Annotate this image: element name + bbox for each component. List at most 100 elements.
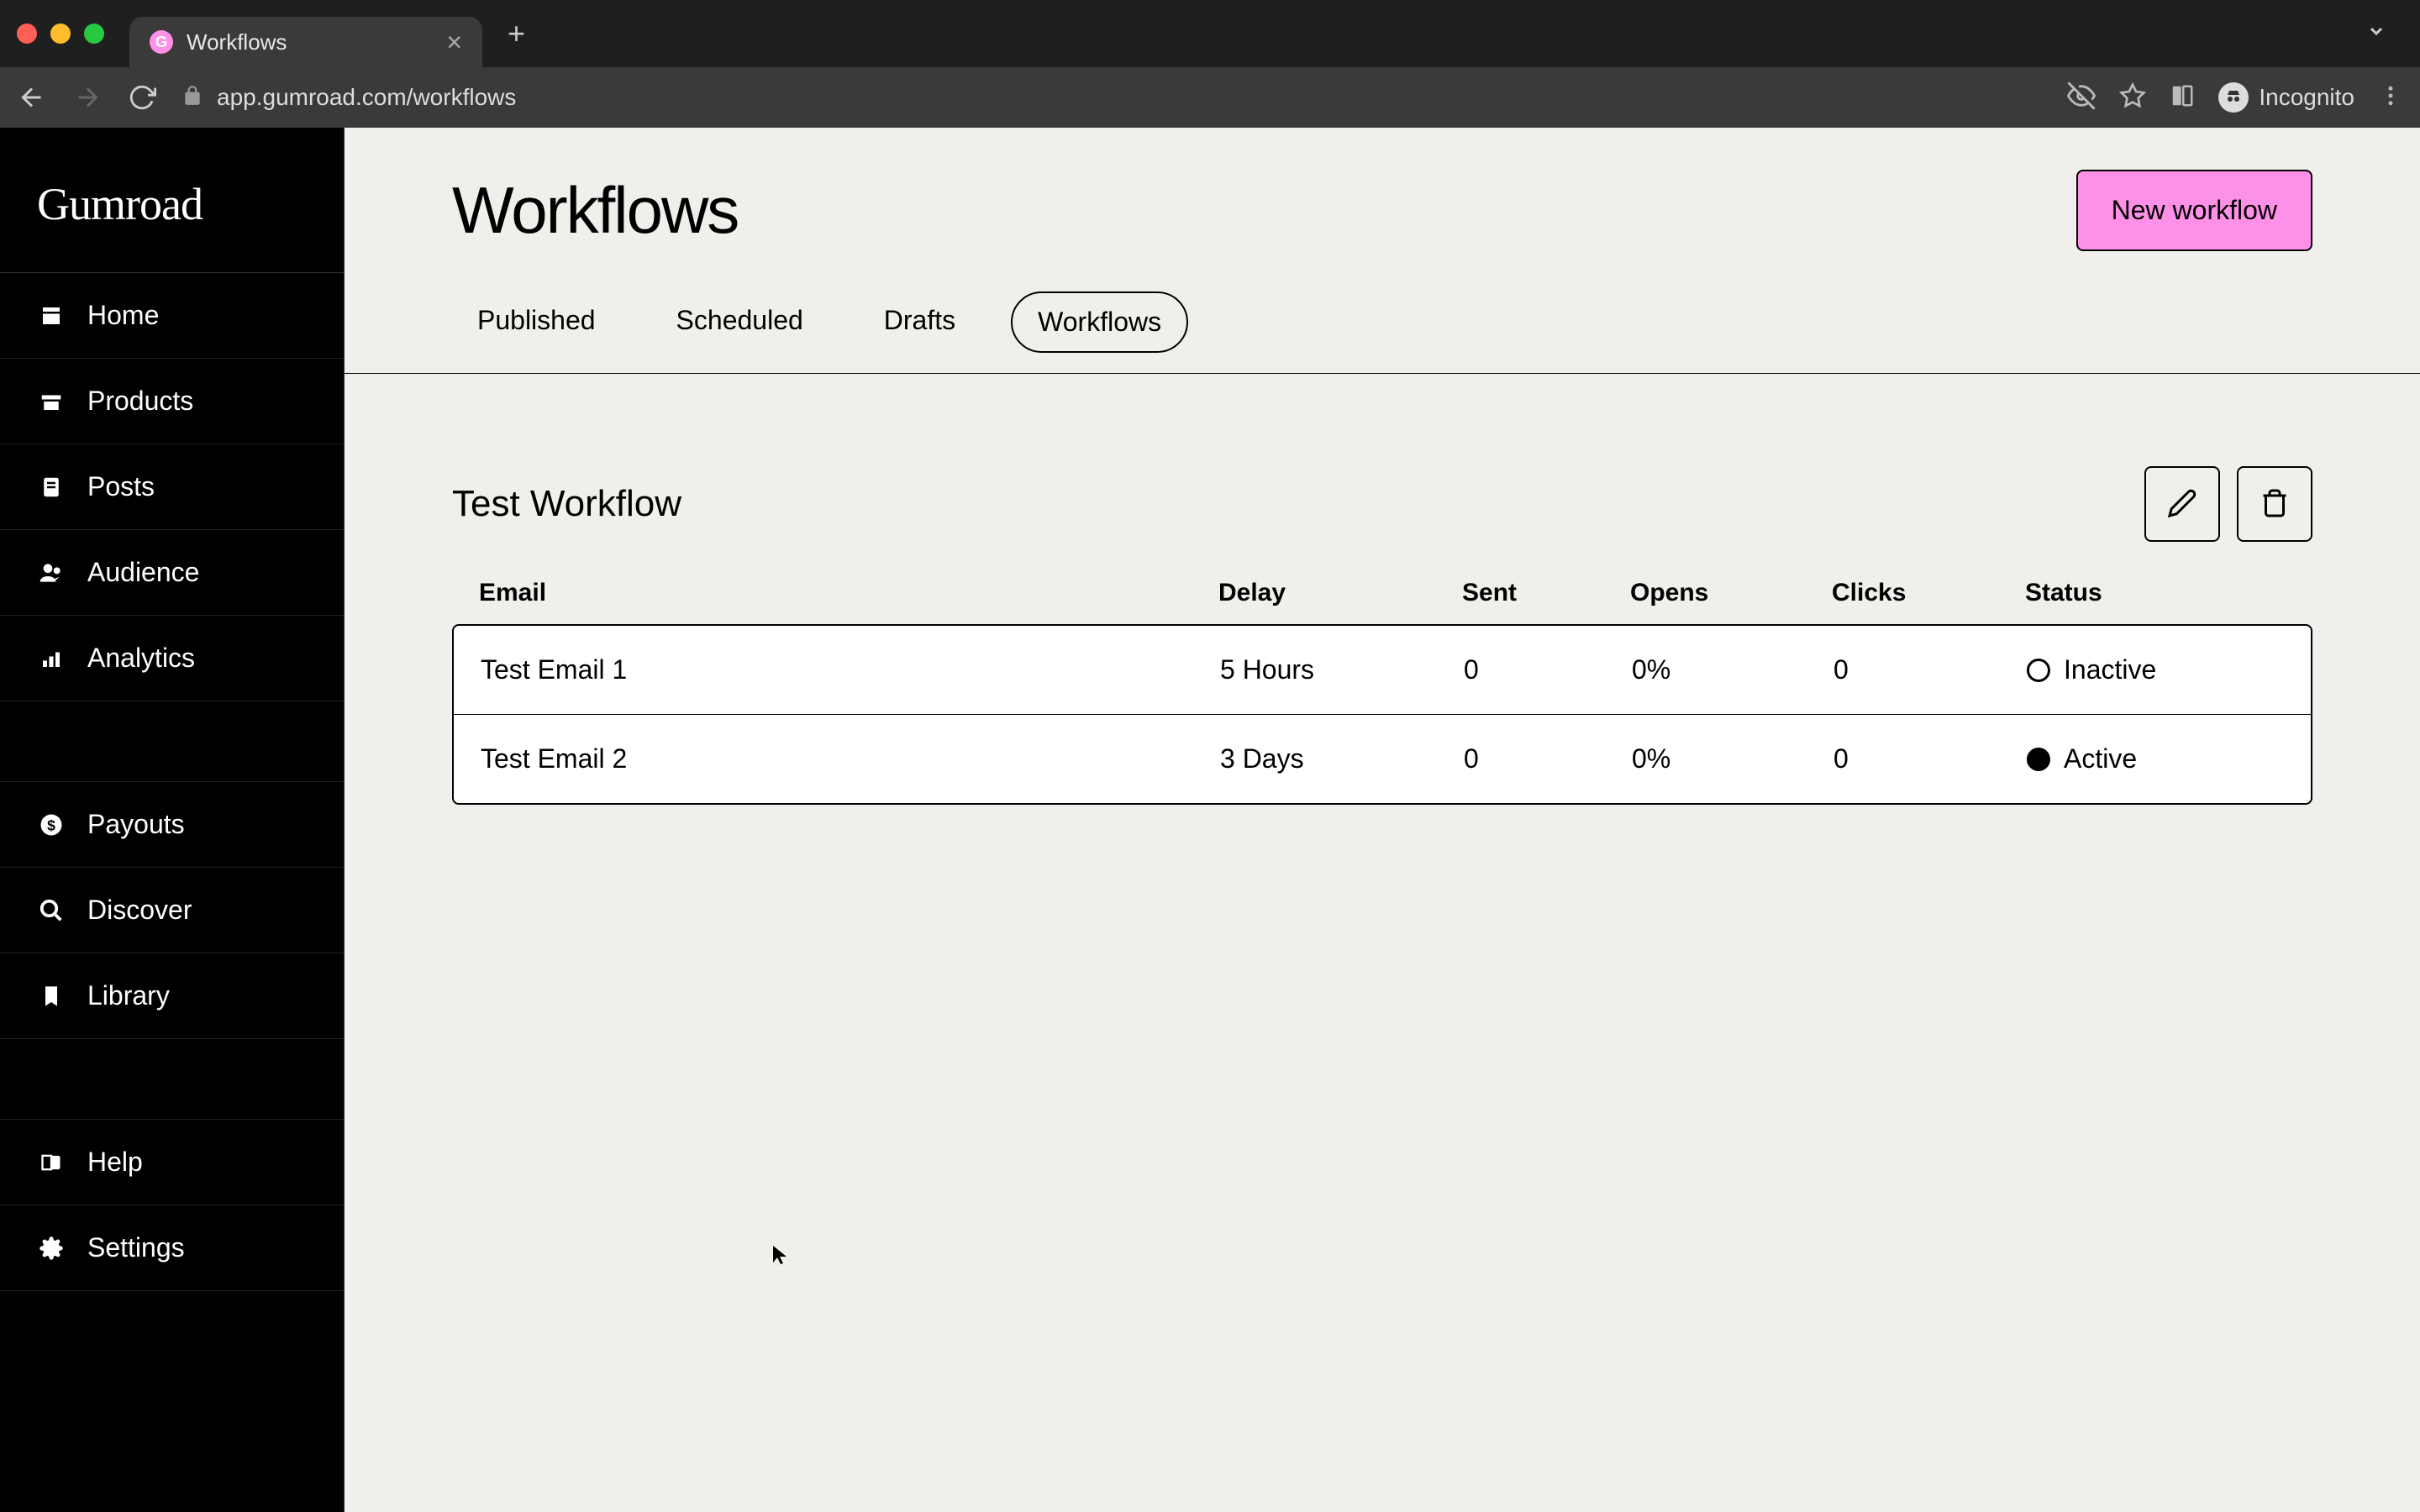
forward-button[interactable] [72,82,103,113]
maximize-window-button[interactable] [84,24,104,44]
workflow-table: Email Delay Sent Opens Clicks Status Tes… [452,562,2312,805]
close-window-button[interactable] [17,24,37,44]
sidebar-item-posts[interactable]: Posts [0,444,344,530]
nav-spacer [0,701,344,782]
sidebar-item-label: Payouts [87,809,185,840]
audience-icon [37,559,66,587]
analytics-icon [37,644,66,673]
cell-status: Inactive [2027,654,2284,685]
app: Gumroad Home Products Posts Audience Ana… [0,128,2420,1512]
cursor-icon [770,1243,790,1270]
reload-button[interactable] [128,83,156,112]
cell-sent: 0 [1464,654,1632,685]
cell-email: Test Email 1 [481,654,1220,685]
table-row[interactable]: Test Email 1 5 Hours 0 0% 0 Inactive [454,626,2311,715]
status-indicator-icon [2027,659,2050,682]
status-label: Active [2064,743,2137,774]
svg-text:$: $ [47,816,55,833]
home-icon [37,302,66,330]
products-icon [37,387,66,416]
sidebar-item-payouts[interactable]: $ Payouts [0,782,344,868]
menu-button[interactable] [2378,83,2403,113]
minimize-window-button[interactable] [50,24,71,44]
nav-group-footer: Help Settings [0,1120,344,1291]
new-tab-button[interactable]: + [508,16,525,51]
sidebar-item-label: Analytics [87,643,195,674]
nav-group-main: Home Products Posts Audience Analytics [0,273,344,701]
sidebar-item-products[interactable]: Products [0,359,344,444]
tab-drafts[interactable]: Drafts [859,291,981,353]
logo: Gumroad [37,178,307,230]
cell-clicks: 0 [1833,743,2027,774]
posts-icon [37,473,66,501]
content: Test Workflow Email Delay Sent Opens [345,374,2420,897]
logo-area[interactable]: Gumroad [0,128,344,273]
tab-bar: G Workflows × + [0,0,2420,67]
nav-spacer [0,1039,344,1120]
sidebar-item-discover[interactable]: Discover [0,868,344,953]
profile-label: Incognito [2259,84,2354,111]
sidebar: Gumroad Home Products Posts Audience Ana… [0,128,345,1512]
lock-icon [182,85,203,111]
delete-button[interactable] [2237,466,2312,542]
tabs-dropdown-button[interactable] [2366,21,2386,47]
window-controls [17,24,104,44]
workflow-header: Test Workflow [452,466,2312,542]
sidebar-item-home[interactable]: Home [0,273,344,359]
browser-chrome: G Workflows × + app.gumroad.com/workflow… [0,0,2420,128]
column-header-sent: Sent [1462,579,1630,607]
cell-status: Active [2027,743,2284,774]
tab-workflows[interactable]: Workflows [1011,291,1188,353]
cell-sent: 0 [1464,743,1632,774]
trash-icon [2260,488,2290,521]
sidebar-item-audience[interactable]: Audience [0,530,344,616]
status-indicator-icon [2027,748,2050,771]
sidebar-item-label: Help [87,1147,143,1178]
cell-delay: 3 Days [1220,743,1464,774]
tracking-icon[interactable] [2067,81,2096,114]
tab-published[interactable]: Published [452,291,621,353]
help-icon [37,1148,66,1177]
page-header: Workflows New workflow Published Schedul… [345,128,2420,374]
profile-badge[interactable]: Incognito [2218,82,2354,113]
tab-title: Workflows [187,29,433,55]
url-bar[interactable]: app.gumroad.com/workflows [182,84,2042,111]
close-tab-button[interactable]: × [446,29,462,55]
table-body: Test Email 1 5 Hours 0 0% 0 Inactive Tes… [452,624,2312,805]
sidebar-item-settings[interactable]: Settings [0,1205,344,1291]
sidebar-item-help[interactable]: Help [0,1120,344,1205]
sidebar-item-label: Settings [87,1232,185,1263]
address-bar: app.gumroad.com/workflows Incognito [0,67,2420,128]
sidebar-item-label: Posts [87,471,155,502]
cell-email: Test Email 2 [481,743,1220,774]
cell-opens: 0% [1632,654,1833,685]
page-title: Workflows [452,172,738,249]
sidebar-item-label: Home [87,300,159,331]
sidebar-item-label: Audience [87,557,199,588]
extensions-icon[interactable] [2170,83,2195,113]
sidebar-item-analytics[interactable]: Analytics [0,616,344,701]
back-button[interactable] [17,82,47,113]
edit-button[interactable] [2144,466,2220,542]
nav-group-secondary: $ Payouts Discover Library [0,782,344,1039]
column-header-status: Status [2025,579,2286,607]
payouts-icon: $ [37,811,66,839]
column-header-clicks: Clicks [1832,579,2025,607]
incognito-icon [2218,82,2249,113]
status-label: Inactive [2064,654,2156,685]
new-workflow-button[interactable]: New workflow [2076,170,2312,251]
sidebar-item-label: Library [87,980,170,1011]
url-text: app.gumroad.com/workflows [217,84,516,111]
favicon-icon: G [150,30,173,54]
bookmark-icon[interactable] [2119,82,2146,113]
table-row[interactable]: Test Email 2 3 Days 0 0% 0 Active [454,715,2311,803]
bookmark-icon [37,982,66,1011]
sidebar-item-library[interactable]: Library [0,953,344,1039]
column-header-email: Email [479,579,1218,607]
gear-icon [37,1234,66,1263]
workflow-actions [2144,466,2312,542]
sidebar-item-label: Discover [87,895,192,926]
browser-tab[interactable]: G Workflows × [129,17,482,67]
column-header-opens: Opens [1630,579,1832,607]
tab-scheduled[interactable]: Scheduled [651,291,829,353]
